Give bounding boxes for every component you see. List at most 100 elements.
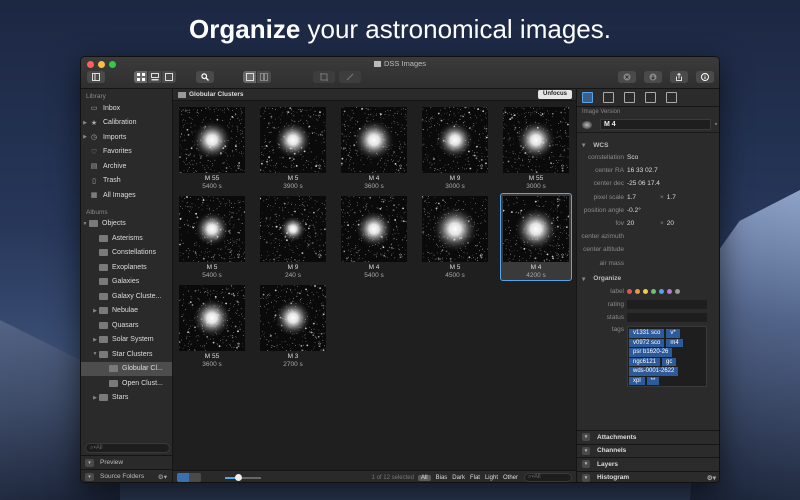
thumb-size-segment[interactable]: [177, 473, 201, 482]
disclosure-arrow[interactable]: ▶: [91, 395, 99, 401]
album-item-globular-cl[interactable]: Globular Cl...: [81, 361, 172, 376]
gear-icon[interactable]: ⚙▾: [707, 474, 716, 482]
section-channels[interactable]: ▾ Channels: [577, 443, 719, 458]
label-color-dot[interactable]: [651, 288, 656, 294]
tab-adjustments[interactable]: [603, 92, 614, 103]
image-thumbnail[interactable]: ⇪ M 55 5400 s: [177, 105, 247, 191]
tag-token[interactable]: v0972 sco: [629, 338, 665, 348]
image-thumbnail[interactable]: ⇪ M 4 4200 s: [500, 193, 572, 281]
organize-section-header[interactable]: ▾ Organize: [577, 273, 719, 285]
tag-token[interactable]: xpl: [629, 376, 645, 386]
filter-dark[interactable]: Dark: [452, 475, 465, 481]
unfocus-button[interactable]: Unfocus: [538, 90, 572, 99]
wcs-value[interactable]: -0.2°: [627, 207, 657, 214]
label-color-dot[interactable]: [627, 288, 632, 294]
disclosure-arrow[interactable]: ▼: [91, 351, 99, 357]
image-thumbnail[interactable]: ⇪ M 4 5400 s: [339, 194, 409, 280]
album-item-stars[interactable]: ▶ Stars: [81, 391, 172, 406]
tag-token[interactable]: **: [646, 376, 660, 386]
single-view-button[interactable]: [162, 71, 176, 83]
sidebar-item-imports[interactable]: ▶ ◷ Imports: [81, 130, 172, 145]
zoom-button[interactable]: [196, 71, 214, 83]
section-layers[interactable]: ▾ Layers: [577, 457, 719, 471]
compare-segment[interactable]: [243, 71, 271, 83]
album-item-solar-system[interactable]: ▶ Solar System: [81, 333, 172, 348]
sidebar-item-trash[interactable]: ▯ Trash: [81, 174, 172, 189]
wcs-value[interactable]: 20: [627, 220, 657, 227]
preview-row[interactable]: ▾ Preview: [81, 455, 173, 469]
filmstrip-view-button[interactable]: [148, 71, 162, 83]
wcs-value-extra[interactable]: 1.7: [667, 194, 676, 201]
large-thumbs-button[interactable]: [189, 473, 201, 482]
small-thumbs-button[interactable]: [177, 473, 189, 482]
sidebar-search-input[interactable]: ⌕▾All: [85, 443, 170, 453]
tab-image-info[interactable]: [582, 92, 593, 103]
info-button[interactable]: [696, 71, 714, 83]
object-name-field[interactable]: M 4: [600, 119, 711, 130]
filter-light[interactable]: Light: [485, 475, 498, 481]
rating-field[interactable]: [627, 299, 707, 309]
wcs-value[interactable]: 1.7: [627, 194, 657, 201]
grid-view-button[interactable]: [134, 71, 148, 83]
wcs-value[interactable]: Sco: [627, 154, 657, 161]
crop-button[interactable]: [313, 71, 335, 83]
album-item-quasars[interactable]: Quasars: [81, 318, 172, 333]
album-item-open-clust[interactable]: Open Clust...: [81, 376, 172, 391]
image-thumbnail[interactable]: ⇪ M 5 3900 s: [258, 105, 328, 191]
wcs-value-extra[interactable]: 20: [667, 220, 674, 227]
browser-search-input[interactable]: ⌕▾All: [524, 473, 572, 482]
reject-button[interactable]: [618, 71, 636, 83]
image-thumbnail[interactable]: ⇪ M 5 4500 s: [420, 194, 490, 280]
album-item-star-clusters[interactable]: ▼ Star Clusters: [81, 347, 172, 362]
image-thumbnail[interactable]: ⇪ M 55 3000 s: [501, 105, 571, 191]
toggle-sidebar-button[interactable]: [87, 71, 105, 83]
album-item-exoplanets[interactable]: Exoplanets: [81, 260, 172, 275]
album-item-constellations[interactable]: Constellations: [81, 246, 172, 261]
disclosure-arrow[interactable]: ▼: [81, 221, 89, 227]
tag-token[interactable]: gc: [662, 357, 677, 367]
status-field[interactable]: [627, 313, 707, 323]
tab-histogram[interactable]: [624, 92, 635, 103]
image-thumbnail[interactable]: ⇪ M 4 3600 s: [339, 105, 409, 191]
download-button[interactable]: [644, 71, 662, 83]
tag-token[interactable]: m4: [666, 338, 683, 348]
disclosure-arrow[interactable]: ▶: [81, 120, 89, 126]
share-button[interactable]: [670, 71, 688, 83]
label-color-dot[interactable]: [643, 288, 648, 294]
sidebar-item-archive[interactable]: ▤ Archive: [81, 159, 172, 174]
view-mode-segment[interactable]: [134, 71, 176, 83]
disclosure-arrow[interactable]: ▶: [91, 337, 99, 343]
album-item-asterisms[interactable]: Asterisms: [81, 231, 172, 246]
wcs-value[interactable]: -25 06 17.4: [627, 180, 660, 187]
section-attachments[interactable]: ▾ Attachments: [577, 430, 719, 444]
split-pane-button[interactable]: [257, 71, 271, 83]
tag-token[interactable]: psr b1620-26: [629, 348, 673, 357]
label-color-dot[interactable]: [675, 288, 680, 294]
image-thumbnail[interactable]: ⇪ M 3 2700 s: [258, 283, 328, 369]
sidebar-item-calibration[interactable]: ▶ ★ Calibration: [81, 116, 172, 131]
gear-icon[interactable]: ⚙▾: [158, 473, 167, 481]
filter-flat[interactable]: Flat: [470, 475, 480, 481]
slider-knob[interactable]: [235, 473, 242, 481]
image-thumbnail[interactable]: ⇪ M 5 5400 s: [177, 194, 247, 280]
sidebar-item-all-images[interactable]: ▦ All Images: [81, 188, 172, 203]
filter-all[interactable]: All: [417, 474, 431, 481]
tag-token[interactable]: v1331 sco: [629, 329, 665, 338]
album-item-objects[interactable]: ▼ Objects: [81, 217, 172, 232]
album-item-galaxies[interactable]: Galaxies: [81, 275, 172, 290]
lock-icon[interactable]: ▪: [711, 121, 719, 128]
tag-token[interactable]: ngc6121: [629, 357, 661, 367]
filter-bias[interactable]: Bias: [436, 475, 448, 481]
wcs-section-header[interactable]: ▾ WCS: [577, 139, 719, 151]
label-color-dot[interactable]: [635, 288, 640, 294]
sidebar-item-inbox[interactable]: ▭ Inbox: [81, 101, 172, 116]
album-item-nebulae[interactable]: ▶ Nebulae: [81, 304, 172, 319]
image-thumbnail[interactable]: ⇪ M 9 240 s: [258, 194, 328, 280]
filter-other[interactable]: Other: [503, 475, 518, 481]
sidebar-item-favorites[interactable]: ♡ Favorites: [81, 145, 172, 160]
disclosure-arrow[interactable]: ▶: [81, 134, 89, 140]
album-item-galaxy-cluste[interactable]: Galaxy Cluste...: [81, 289, 172, 304]
adjust-button[interactable]: [339, 71, 361, 83]
image-thumbnail[interactable]: ⇪ M 55 3600 s: [177, 283, 247, 369]
image-thumbnail[interactable]: ⇪ M 9 3000 s: [420, 105, 490, 191]
